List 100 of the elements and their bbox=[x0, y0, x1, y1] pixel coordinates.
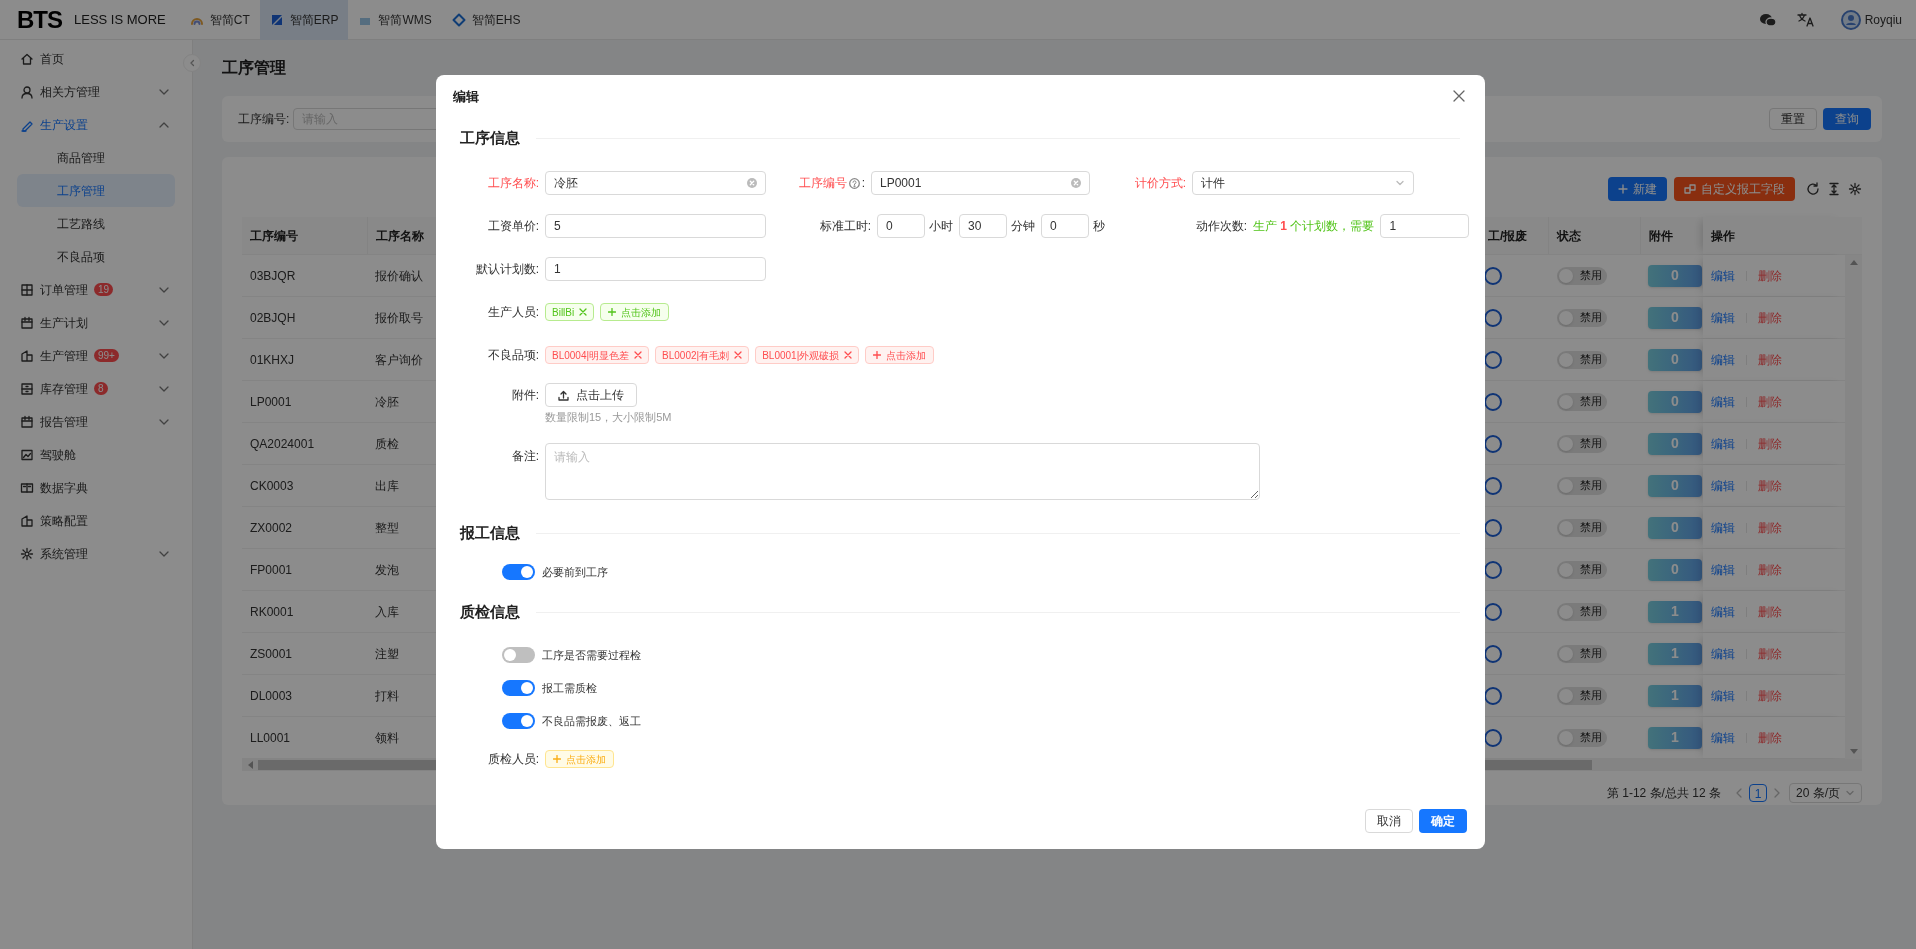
status-switch[interactable]: 禁用 bbox=[1557, 350, 1607, 369]
search-button[interactable]: 查询 bbox=[1823, 108, 1871, 130]
sidebar-item[interactable]: 策略配置 bbox=[0, 504, 192, 537]
switch-label: 工序是否需要过程检 bbox=[542, 647, 641, 663]
name-field[interactable]: 冷胚 bbox=[545, 171, 766, 195]
status-switch[interactable]: 禁用 bbox=[1557, 434, 1607, 453]
action-count-field[interactable]: 1 bbox=[1380, 214, 1470, 238]
sidebar-subitem[interactable]: 不良品项 bbox=[17, 240, 175, 273]
sidebar-subitem[interactable]: 商品管理 bbox=[17, 141, 175, 174]
plan-count-field[interactable]: 1 bbox=[545, 257, 766, 281]
status-switch[interactable]: 禁用 bbox=[1557, 602, 1607, 621]
page-button[interactable]: 1 bbox=[1749, 784, 1767, 802]
sidebar-item[interactable]: 订单管理 19 bbox=[0, 273, 192, 306]
column-height-icon[interactable] bbox=[1827, 182, 1841, 196]
edit-link[interactable]: 编辑 bbox=[1711, 308, 1735, 327]
sidebar-subitem[interactable]: 工艺路线 bbox=[17, 207, 175, 240]
edit-link[interactable]: 编辑 bbox=[1711, 518, 1735, 537]
help-icon[interactable] bbox=[848, 177, 860, 189]
custom-fields-button[interactable]: 自定义报工字段 bbox=[1674, 177, 1795, 201]
upload-button[interactable]: 点击上传 bbox=[545, 383, 637, 407]
remark-field[interactable]: 请输入 bbox=[545, 443, 1260, 500]
status-switch[interactable]: 禁用 bbox=[1557, 266, 1607, 285]
status-switch[interactable]: 禁用 bbox=[1557, 476, 1607, 495]
delete-link[interactable]: 删除 bbox=[1758, 518, 1782, 537]
prev-page-icon[interactable] bbox=[1735, 788, 1743, 798]
edit-link[interactable]: 编辑 bbox=[1711, 602, 1735, 621]
edit-link[interactable]: 编辑 bbox=[1711, 392, 1735, 411]
status-switch[interactable]: 禁用 bbox=[1557, 644, 1607, 663]
delete-link[interactable]: 删除 bbox=[1758, 560, 1782, 579]
delete-link[interactable]: 删除 bbox=[1758, 476, 1782, 495]
toggle-switch[interactable] bbox=[502, 680, 535, 696]
time-field[interactable]: 30 bbox=[959, 214, 1007, 238]
next-page-icon[interactable] bbox=[1773, 788, 1781, 798]
toggle-switch[interactable] bbox=[502, 647, 535, 663]
edit-link[interactable]: 编辑 bbox=[1711, 644, 1735, 663]
edit-link[interactable]: 编辑 bbox=[1711, 686, 1735, 705]
delete-link[interactable]: 删除 bbox=[1758, 644, 1782, 663]
translate-icon[interactable] bbox=[1796, 11, 1815, 28]
app-tab[interactable]: 智简ERP bbox=[259, 0, 349, 40]
clear-icon[interactable] bbox=[747, 178, 757, 188]
sidebar-item[interactable]: 驾驶舱 bbox=[0, 438, 192, 471]
new-button[interactable]: 新建 bbox=[1608, 177, 1667, 201]
sidebar-item[interactable]: 库存管理 8 bbox=[0, 372, 192, 405]
sidebar-subitem[interactable]: 工序管理 bbox=[17, 174, 175, 207]
chat-icon[interactable] bbox=[1758, 11, 1777, 28]
close-icon[interactable] bbox=[1453, 90, 1465, 102]
vertical-scrollbar[interactable] bbox=[1845, 255, 1862, 759]
page-size-select[interactable]: 20 条/页 bbox=[1789, 783, 1862, 803]
status-switch[interactable]: 禁用 bbox=[1557, 308, 1607, 327]
add-button[interactable]: 点击添加 bbox=[600, 303, 670, 321]
close-icon[interactable] bbox=[734, 351, 743, 359]
add-button[interactable]: 点击添加 bbox=[865, 346, 935, 364]
sidebar-item[interactable]: 报告管理 bbox=[0, 405, 192, 438]
time-field[interactable]: 0 bbox=[1041, 214, 1089, 238]
status-switch[interactable]: 禁用 bbox=[1557, 686, 1607, 705]
user-name[interactable]: Royqiu bbox=[1864, 10, 1902, 29]
sidebar-item[interactable]: 系统管理 bbox=[0, 537, 192, 570]
code-field[interactable]: LP0001 bbox=[871, 171, 1090, 195]
reset-button[interactable]: 重置 bbox=[1769, 108, 1817, 130]
close-icon[interactable] bbox=[844, 351, 853, 359]
pricing-select[interactable]: 计件 bbox=[1192, 171, 1414, 195]
confirm-button[interactable]: 确定 bbox=[1419, 809, 1467, 833]
sidebar-item[interactable]: 生产管理 99+ bbox=[0, 339, 192, 372]
delete-link[interactable]: 删除 bbox=[1758, 266, 1782, 285]
delete-link[interactable]: 删除 bbox=[1758, 728, 1782, 747]
toggle-switch[interactable] bbox=[502, 713, 535, 729]
edit-link[interactable]: 编辑 bbox=[1711, 350, 1735, 369]
time-field[interactable]: 0 bbox=[877, 214, 925, 238]
app-tab[interactable]: 智简WMS bbox=[348, 0, 442, 40]
status-switch[interactable]: 禁用 bbox=[1557, 518, 1607, 537]
status-switch[interactable]: 禁用 bbox=[1557, 728, 1607, 747]
delete-link[interactable]: 删除 bbox=[1758, 686, 1782, 705]
refresh-icon[interactable] bbox=[1806, 182, 1820, 196]
edit-link[interactable]: 编辑 bbox=[1711, 266, 1735, 285]
avatar-icon[interactable] bbox=[1840, 9, 1861, 30]
delete-link[interactable]: 删除 bbox=[1758, 602, 1782, 621]
sidebar-item[interactable]: 相关方管理 bbox=[0, 75, 192, 108]
edit-link[interactable]: 编辑 bbox=[1711, 434, 1735, 453]
unit-label: 小时 bbox=[929, 218, 953, 235]
toggle-switch[interactable] bbox=[502, 564, 535, 580]
app-tab[interactable]: 智简EHS bbox=[441, 0, 531, 40]
edit-link[interactable]: 编辑 bbox=[1711, 560, 1735, 579]
sidebar-item[interactable]: 生产计划 bbox=[0, 306, 192, 339]
field-label: 工序名称: bbox=[486, 175, 539, 192]
settings-icon[interactable] bbox=[1848, 182, 1862, 196]
edit-link[interactable]: 编辑 bbox=[1711, 728, 1735, 747]
cancel-button[interactable]: 取消 bbox=[1365, 809, 1413, 833]
sidebar-item[interactable]: 数据字典 bbox=[0, 471, 192, 504]
delete-link[interactable]: 删除 bbox=[1758, 392, 1782, 411]
delete-link[interactable]: 删除 bbox=[1758, 434, 1782, 453]
wage-field[interactable]: 5 bbox=[545, 214, 766, 238]
status-switch[interactable]: 禁用 bbox=[1557, 392, 1607, 411]
sidebar-item[interactable]: 生产设置 bbox=[0, 108, 192, 141]
app-tab[interactable]: 智简CT bbox=[179, 0, 260, 40]
clear-icon[interactable] bbox=[1071, 178, 1081, 188]
delete-link[interactable]: 删除 bbox=[1758, 308, 1782, 327]
status-switch[interactable]: 禁用 bbox=[1557, 560, 1607, 579]
close-icon[interactable] bbox=[634, 351, 643, 359]
delete-link[interactable]: 删除 bbox=[1758, 350, 1782, 369]
edit-link[interactable]: 编辑 bbox=[1711, 476, 1735, 495]
